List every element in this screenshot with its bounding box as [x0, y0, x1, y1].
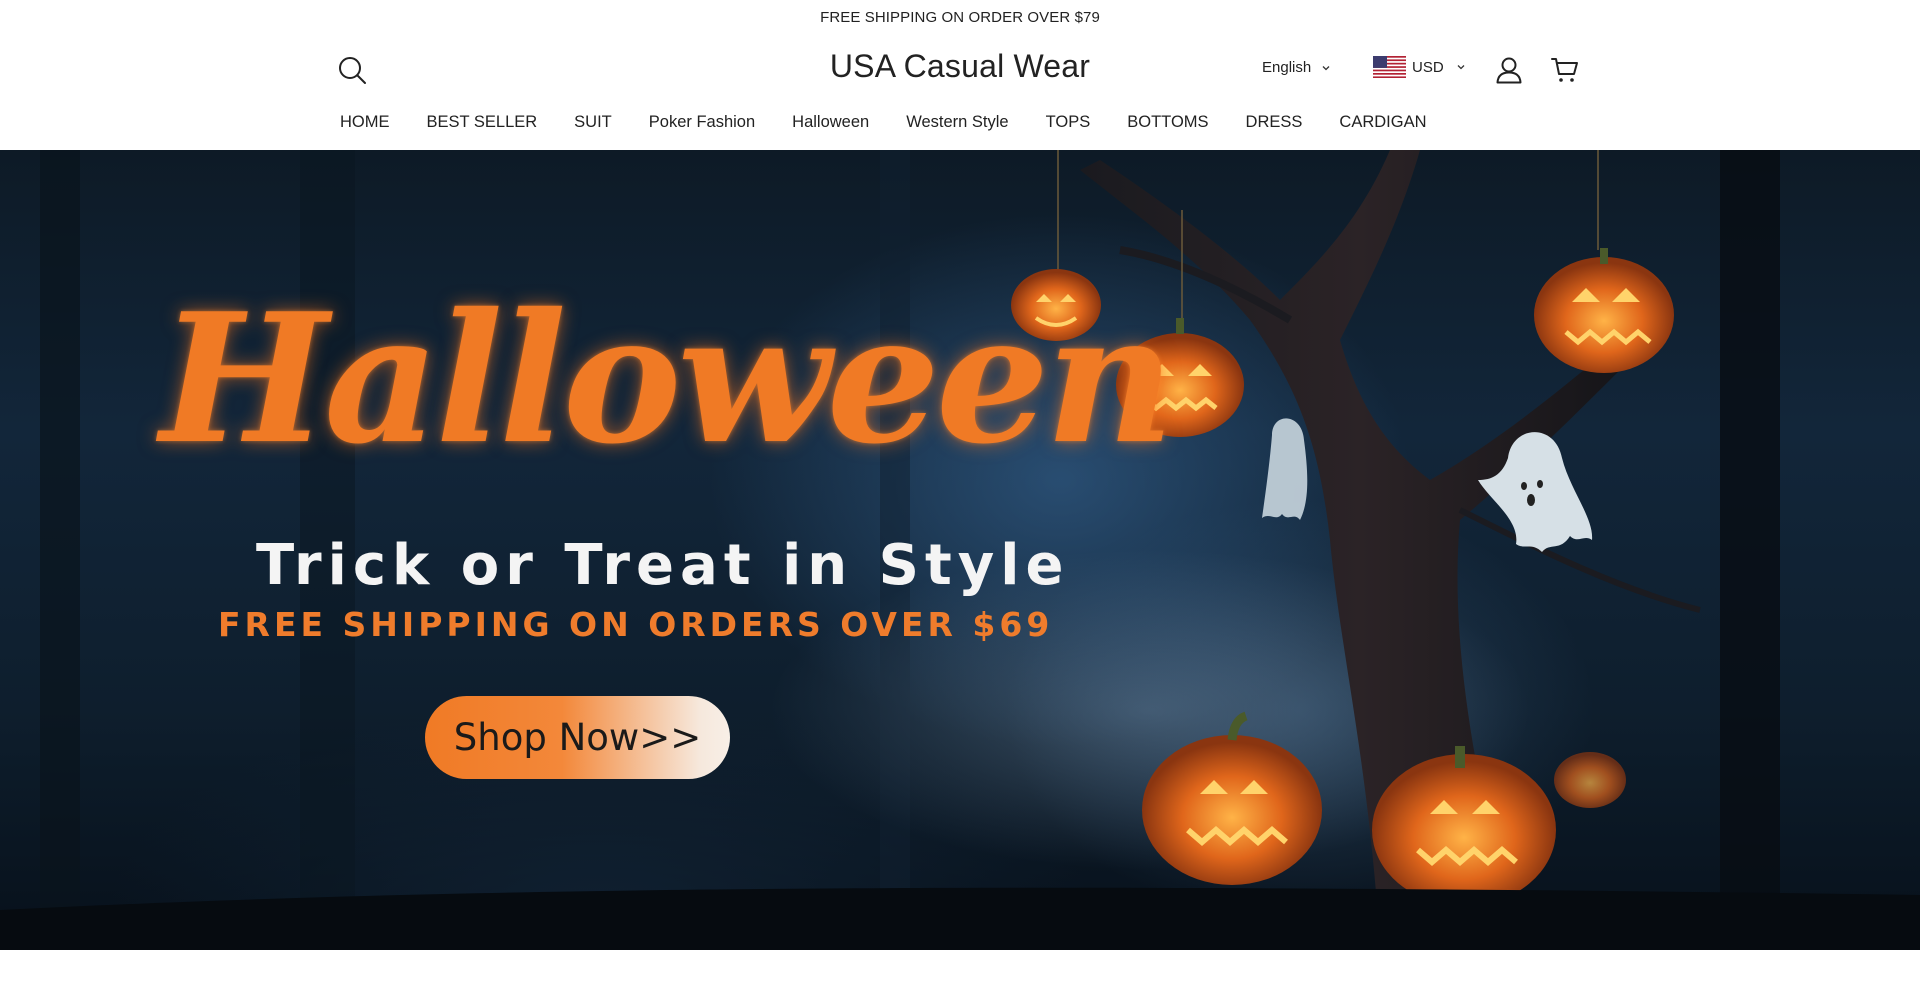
- shop-now-button[interactable]: Shop Now>>: [425, 696, 730, 779]
- nav-item-label: CARDIGAN: [1339, 112, 1427, 131]
- user-icon[interactable]: [1494, 55, 1524, 85]
- nav-item-suit[interactable]: SUIT: [573, 113, 612, 132]
- announcement-text: FREE SHIPPING ON ORDER OVER $79: [820, 8, 1100, 26]
- main-nav: HOME BEST SELLER SUIT Poker Fashion Hallowee…: [340, 110, 1463, 134]
- nav-item-halloween[interactable]: Halloween: [791, 113, 869, 132]
- nav-item-label: TOPS: [1045, 112, 1091, 131]
- hero-tagline: Trick or Treat in Style: [256, 533, 1070, 598]
- site-header: USA Casual Wear English USD HOME BEST SE…: [0, 34, 1920, 142]
- currency-label: USD: [1412, 58, 1444, 76]
- language-selector[interactable]: English: [1262, 59, 1331, 76]
- nav-item-poker-fashion[interactable]: Poker Fashion: [648, 113, 755, 132]
- hero-title: Halloween: [160, 274, 1175, 483]
- page-content-start: [0, 950, 1920, 993]
- search-icon[interactable]: [337, 55, 369, 87]
- us-flag-icon: [1373, 56, 1406, 78]
- language-label: English: [1262, 59, 1312, 76]
- hero-promo-text: FREE SHIPPING ON ORDERS OVER $69: [218, 605, 1054, 644]
- nav-item-best-seller[interactable]: BEST SELLER: [426, 113, 538, 132]
- nav-item-label: HOME: [340, 112, 390, 131]
- currency-selector[interactable]: USD: [1373, 56, 1466, 78]
- nav-item-label: Halloween: [792, 112, 870, 131]
- nav-item-label: SUIT: [574, 112, 612, 131]
- nav-item-cardigan[interactable]: CARDIGAN: [1338, 113, 1426, 132]
- site-logo[interactable]: USA Casual Wear: [760, 48, 1160, 85]
- hero-banner[interactable]: Halloween Trick or Treat in Style FREE S…: [0, 150, 1920, 950]
- cart-icon[interactable]: [1550, 55, 1580, 85]
- nav-item-western-style[interactable]: Western Style: [905, 113, 1008, 132]
- chevron-down-icon: [1322, 65, 1330, 70]
- announcement-bar: FREE SHIPPING ON ORDER OVER $79: [0, 0, 1920, 34]
- nav-item-label: DRESS: [1245, 112, 1303, 131]
- nav-item-label: BEST SELLER: [426, 112, 538, 131]
- nav-item-label: Western Style: [906, 112, 1009, 131]
- nav-item-dress[interactable]: DRESS: [1245, 113, 1303, 132]
- nav-item-label: BOTTOMS: [1127, 112, 1209, 131]
- nav-item-bottoms[interactable]: BOTTOMS: [1126, 113, 1208, 132]
- nav-item-label: Poker Fashion: [648, 112, 756, 131]
- chevron-down-icon: [1457, 65, 1465, 70]
- nav-item-tops[interactable]: TOPS: [1045, 113, 1091, 132]
- nav-item-home[interactable]: HOME: [340, 113, 390, 132]
